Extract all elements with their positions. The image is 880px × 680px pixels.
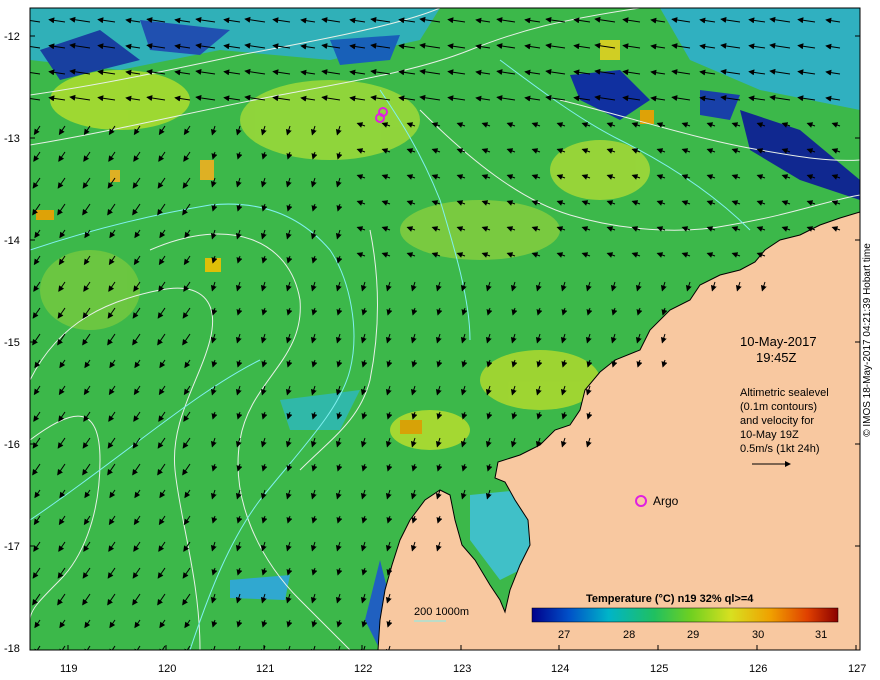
lon-label: 119: [60, 663, 78, 675]
lon-label: 121: [256, 663, 274, 675]
date-label: 10-May-2017: [740, 334, 817, 349]
time-label: 19:45Z: [756, 350, 797, 365]
altimetry-line: 10-May 19Z: [740, 429, 799, 441]
argo-label: Argo: [653, 494, 679, 508]
lon-label: 120: [158, 663, 176, 675]
colorbar-gradient: [531, 607, 839, 623]
colorbar-tick: 30: [752, 629, 764, 641]
lon-label: 126: [749, 663, 767, 675]
lat-label: -14: [4, 235, 20, 247]
lat-label: -17: [4, 541, 20, 553]
lon-label: 122: [354, 663, 372, 675]
lat-label: -13: [4, 133, 20, 145]
altimetry-line: 0.5m/s (1kt 24h): [740, 443, 819, 455]
lon-label: 124: [551, 663, 569, 675]
altimetry-line: (0.1m contours): [740, 401, 817, 413]
lon-label: 123: [453, 663, 471, 675]
colorbar-tick: 31: [815, 629, 827, 641]
lat-label: -18: [4, 643, 20, 655]
colorbar-title: Temperature (°C) n19 32% ql>=4: [586, 593, 754, 605]
lat-label: -16: [4, 439, 20, 451]
altimetry-line: and velocity for: [740, 415, 814, 427]
colorbar-tick: 28: [623, 629, 635, 641]
imos-credit: © IMOS 18-May-2017 04:21:39 Hobart time: [862, 243, 873, 437]
altimetry-line: Altimetric sealevel: [740, 387, 829, 399]
bathymetry-label: 200 1000m: [414, 606, 469, 618]
sst-map: -12 -13 -14 -15 -16 -17 -18 119 120 121 …: [4, 7, 866, 675]
lat-label: -15: [4, 337, 20, 349]
colorbar-tick: 29: [687, 629, 699, 641]
lat-label: -12: [4, 31, 20, 43]
lon-label: 125: [650, 663, 668, 675]
colorbar-tick: 27: [558, 629, 570, 641]
